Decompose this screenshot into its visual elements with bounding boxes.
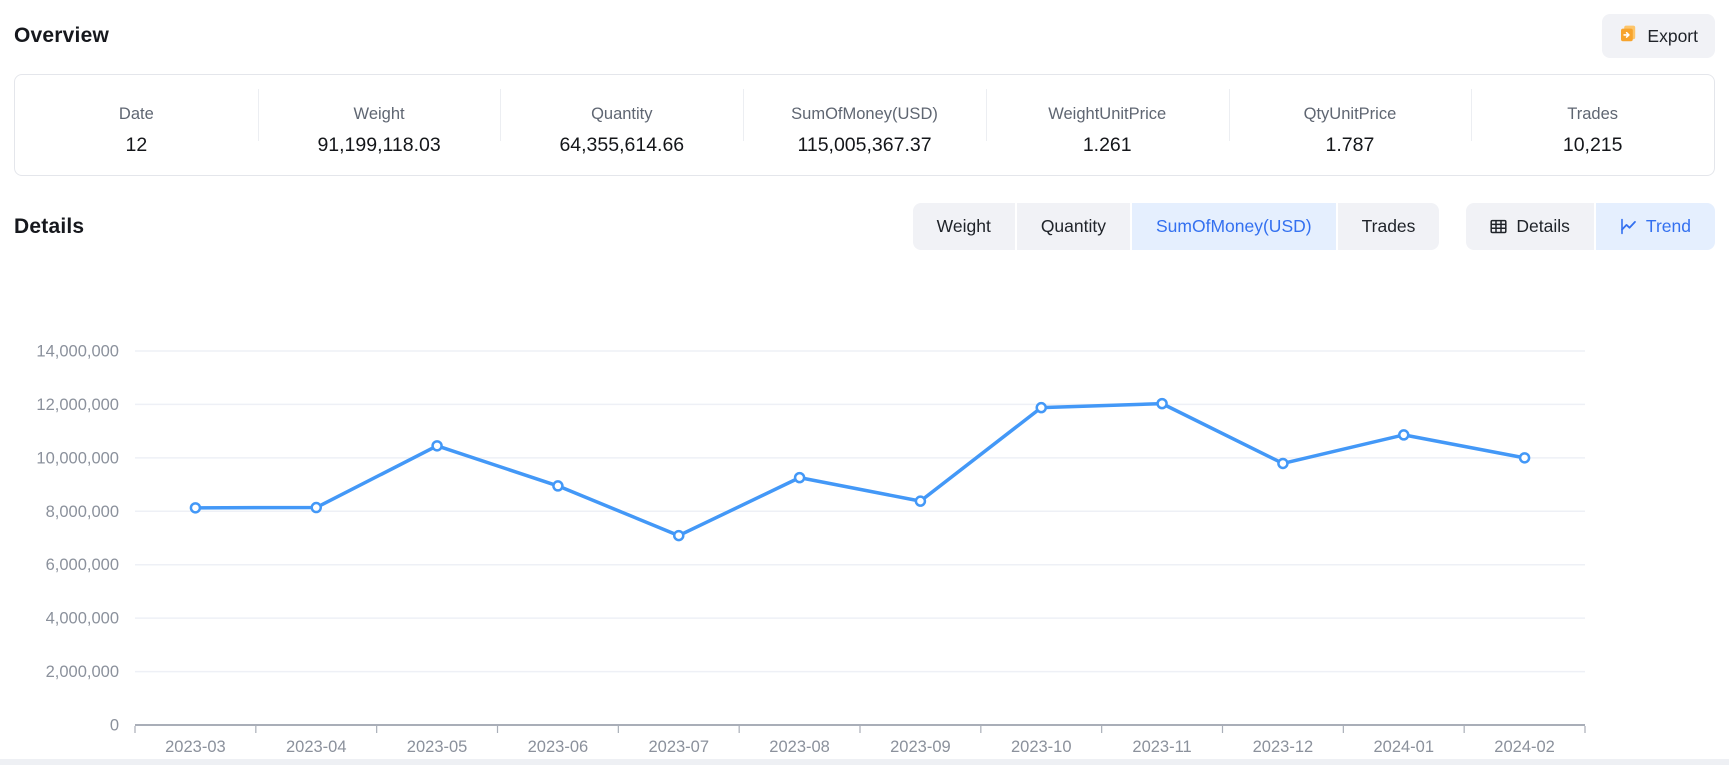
overview-stats-card: Date 12 Weight 91,199,118.03 Quantity 64,355,…	[14, 74, 1715, 176]
stat-weight: Weight 91,199,118.03	[258, 75, 501, 175]
stat-label: Date	[119, 105, 154, 124]
y-axis-tick-label: 4,000,000	[46, 610, 119, 628]
stat-value: 64,355,614.66	[559, 134, 684, 157]
stat-qtyunitprice: QtyUnitPrice 1.787	[1229, 75, 1472, 175]
y-axis-tick-label: 14,000,000	[36, 343, 119, 361]
x-axis-tick-label: 2023-09	[890, 738, 951, 756]
tabs-area: WeightQuantitySumOfMoney(USD)Trades Deta…	[913, 203, 1715, 250]
y-axis-tick-label: 12,000,000	[36, 396, 119, 414]
stat-date: Date 12	[15, 75, 258, 175]
x-axis-tick-label: 2023-05	[407, 738, 468, 756]
x-axis-tick-label: 2023-10	[1011, 738, 1072, 756]
x-axis-tick-label: 2023-03	[165, 738, 226, 756]
y-axis-tick-label: 8,000,000	[46, 503, 119, 521]
view-tab-group: Details Trend	[1466, 203, 1715, 250]
stat-value: 1.261	[1083, 134, 1132, 157]
x-axis-tick-label: 2023-11	[1132, 738, 1191, 756]
x-axis-tick-label: 2024-02	[1494, 738, 1555, 756]
y-axis-tick-label: 10,000,000	[36, 449, 119, 467]
x-axis-tick-label: 2024-01	[1373, 738, 1434, 756]
data-point	[1278, 459, 1287, 468]
export-button[interactable]: Export	[1602, 14, 1715, 58]
data-point	[553, 481, 562, 490]
metric-tab-group: WeightQuantitySumOfMoney(USD)Trades	[913, 203, 1440, 250]
x-axis-tick-label: 2023-07	[648, 738, 709, 756]
dashboard-page: Overview Export Date 12 Weight 91,199,118.0…	[0, 0, 1729, 768]
table-icon	[1490, 218, 1507, 235]
x-axis-tick-label: 2023-08	[769, 738, 830, 756]
details-header-row: Details WeightQuantitySumOfMoney(USD)Tra…	[14, 203, 1715, 250]
page-bottom-strip	[0, 759, 1729, 765]
data-point	[1037, 403, 1046, 412]
data-point	[916, 497, 925, 506]
metric-tab-quantity[interactable]: Quantity	[1017, 203, 1130, 250]
stat-label: Weight	[354, 105, 405, 124]
stat-label: SumOfMoney(USD)	[791, 105, 938, 124]
metric-tab-weight[interactable]: Weight	[913, 203, 1015, 250]
metric-tab-trades[interactable]: Trades	[1338, 203, 1440, 250]
data-point	[312, 503, 321, 512]
data-point	[191, 503, 200, 512]
stat-weightunitprice: WeightUnitPrice 1.261	[986, 75, 1229, 175]
data-point	[1158, 399, 1167, 408]
stat-value: 12	[126, 134, 148, 157]
stat-value: 1.787	[1326, 134, 1375, 157]
view-tab-trend[interactable]: Trend	[1596, 203, 1715, 250]
stat-label: QtyUnitPrice	[1304, 105, 1397, 124]
trend-icon	[1620, 218, 1637, 235]
details-title: Details	[14, 215, 84, 239]
data-point	[1399, 430, 1408, 439]
data-point	[674, 531, 683, 540]
trend-line	[195, 404, 1524, 536]
stat-label: Trades	[1567, 105, 1618, 124]
view-tab-trend-label: Trend	[1646, 216, 1691, 237]
data-point	[795, 473, 804, 482]
trend-chart-svg: 0 2,000,000 4,000,000 6,000,000 8,000,000 10,…	[14, 298, 1715, 768]
x-axis-tick-label: 2023-06	[528, 738, 589, 756]
data-point	[1520, 453, 1529, 462]
view-tab-details-label: Details	[1516, 216, 1570, 237]
topbar: Overview Export	[14, 0, 1715, 68]
y-axis-tick-label: 0	[110, 717, 119, 735]
x-axis-tick-label: 2023-04	[286, 738, 347, 756]
trend-chart[interactable]: 0 2,000,000 4,000,000 6,000,000 8,000,000 10,…	[14, 298, 1715, 768]
stat-value: 91,199,118.03	[317, 134, 440, 157]
stat-sumofmoney-usd: SumOfMoney(USD) 115,005,367.37	[743, 75, 986, 175]
view-tab-details[interactable]: Details	[1466, 203, 1594, 250]
page-title: Overview	[14, 24, 109, 48]
stat-quantity: Quantity 64,355,614.66	[500, 75, 743, 175]
y-axis-tick-label: 6,000,000	[46, 556, 119, 574]
stat-value: 115,005,367.37	[797, 134, 931, 157]
export-button-label: Export	[1647, 26, 1698, 47]
stat-label: Quantity	[591, 105, 652, 124]
stat-trades: Trades 10,215	[1471, 75, 1714, 175]
metric-tab-sumofmoney-usd[interactable]: SumOfMoney(USD)	[1132, 203, 1336, 250]
x-axis-tick-label: 2023-12	[1253, 738, 1314, 756]
stat-value: 10,215	[1563, 134, 1623, 157]
y-axis-tick-label: 2,000,000	[46, 663, 119, 681]
export-icon	[1619, 24, 1638, 48]
stat-label: WeightUnitPrice	[1048, 105, 1166, 124]
data-point	[433, 441, 442, 450]
